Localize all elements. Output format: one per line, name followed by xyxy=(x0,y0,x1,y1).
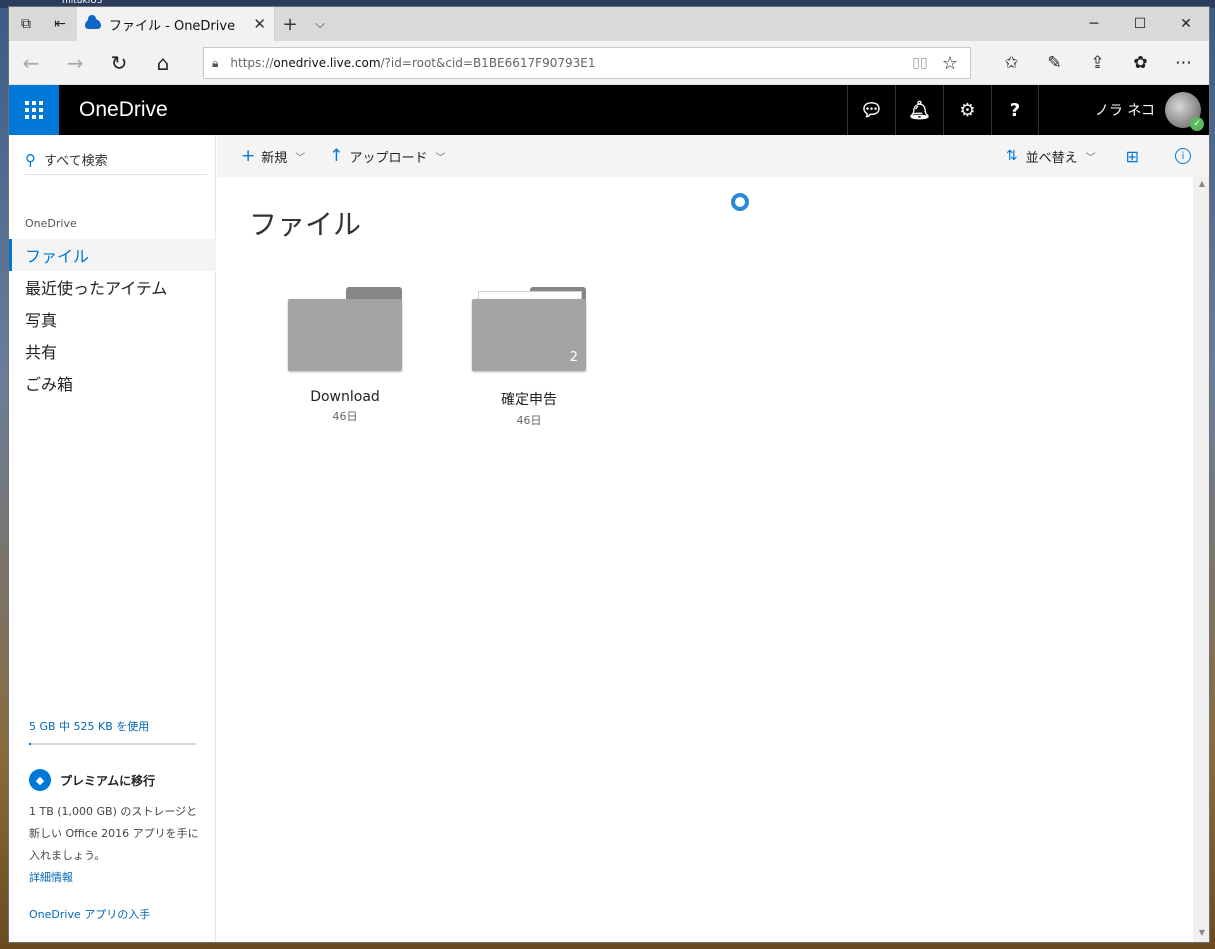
vertical-scrollbar[interactable]: ▲ ▼ xyxy=(1193,177,1209,942)
set-aside-tabs-icon[interactable]: ⇤ xyxy=(43,7,77,41)
sort-icon: ⇅ xyxy=(1005,148,1018,164)
window-controls: ─ ☐ ✕ xyxy=(1071,7,1209,41)
user-account[interactable]: ノラ ネコ xyxy=(1094,85,1204,135)
details-info-icon[interactable]: i xyxy=(1175,148,1191,164)
folder-name: Download xyxy=(310,389,380,405)
chevron-down-icon: ﹀ xyxy=(435,152,446,164)
folder-item-count: 2 xyxy=(569,350,578,365)
onedrive-cloud-icon xyxy=(85,15,101,29)
upload-arrow-icon: ↑ xyxy=(329,146,344,166)
address-bar[interactable]: 🔒︎ https://onedrive.live.com/?id=root&ci… xyxy=(203,47,971,79)
main-content: ファイル Download 46日 2 確定申告 46日 xyxy=(217,177,1193,942)
browser-window: ⧉ ⇤ ファイル - OneDrive ✕ + ⌵ ─ ☐ ✕ ← → ↻ ⌂ … xyxy=(8,6,1210,943)
scroll-up-icon[interactable]: ▲ xyxy=(1193,179,1209,193)
command-bar: + 新規 ﹀ ↑ アップロード ﹀ ⇅ 並べ替え ﹀ ⊞ i xyxy=(217,135,1209,177)
folder-date: 46日 xyxy=(332,410,358,423)
sidebar-item-shared[interactable]: 共有 xyxy=(9,335,216,367)
more-menu-icon[interactable]: ⋯ xyxy=(1162,41,1205,85)
folder-tile-download[interactable]: Download 46日 xyxy=(275,287,415,424)
header-icons: 💬︎ 🔔︎ ⚙ ? xyxy=(847,85,1039,135)
help-question-icon[interactable]: ? xyxy=(991,85,1039,135)
chevron-down-icon: ﹀ xyxy=(1085,152,1096,164)
upload-button[interactable]: ↑ アップロード ﹀ xyxy=(329,146,445,166)
folder-date: 46日 xyxy=(516,414,542,427)
navigation-bar: ← → ↻ ⌂ 🔒︎ https://onedrive.live.com/?id… xyxy=(9,41,1209,85)
upload-label: アップロード xyxy=(349,150,428,166)
sort-button[interactable]: ⇅ 並べ替え ﹀ xyxy=(1006,147,1096,166)
home-icon[interactable]: ⌂ xyxy=(141,41,185,85)
lock-icon: 🔒︎ xyxy=(212,55,219,70)
sidebar-item-recent[interactable]: 最近使ったアイテム xyxy=(9,271,216,303)
tab-close-icon[interactable]: ✕ xyxy=(253,15,266,33)
minimize-button[interactable]: ─ xyxy=(1071,7,1117,41)
search-box[interactable]: ⚲ すべて検索 xyxy=(25,145,207,175)
left-navigation: ⚲ すべて検索 OneDrive ファイル 最近使ったアイテム 写真 共有 ごみ… xyxy=(9,135,216,942)
address-url[interactable]: https://onedrive.live.com/?id=root&cid=B… xyxy=(230,56,908,70)
search-label: すべて検索 xyxy=(44,154,108,169)
command-bar-right: ⇅ 並べ替え ﹀ ⊞ i xyxy=(1006,135,1191,177)
folder-tile-tax-return[interactable]: 2 確定申告 46日 xyxy=(459,287,599,428)
feedback-chat-icon[interactable]: 💬︎ xyxy=(847,85,895,135)
tiles-view-icon[interactable]: ⊞ xyxy=(1126,147,1139,166)
sidebar-nav-list: ファイル 最近使ったアイテム 写真 共有 ごみ箱 xyxy=(9,239,216,399)
browser-tab-onedrive[interactable]: ファイル - OneDrive ✕ xyxy=(77,7,275,41)
premium-upgrade[interactable]: ◆ プレミアムに移行 xyxy=(29,769,155,791)
maximize-button[interactable]: ☐ xyxy=(1117,7,1163,41)
tab-preview-icon[interactable]: ⧉ xyxy=(9,7,43,41)
favorites-hub-icon[interactable]: ✩ xyxy=(990,41,1033,85)
new-button[interactable]: + 新規 ﹀ xyxy=(241,146,305,166)
chevron-down-icon: ﹀ xyxy=(295,152,306,164)
sidebar-heading: OneDrive xyxy=(25,217,77,230)
sidebar-item-photos[interactable]: 写真 xyxy=(9,303,216,335)
tab-title: ファイル - OneDrive xyxy=(109,18,236,34)
tab-bar: ⧉ ⇤ ファイル - OneDrive ✕ + ⌵ ─ ☐ ✕ xyxy=(9,7,1209,41)
sidebar-item-files[interactable]: ファイル xyxy=(9,239,216,271)
forward-arrow-icon[interactable]: → xyxy=(53,41,97,85)
diamond-icon: ◆ xyxy=(29,769,51,791)
tab-list-chevron-icon[interactable]: ⌵ xyxy=(305,7,335,41)
plus-icon: + xyxy=(241,146,256,166)
storage-usage-link[interactable]: 5 GB 中 525 KB を使用 xyxy=(29,718,149,734)
loading-spinner-icon xyxy=(731,193,749,211)
sort-label: 並べ替え xyxy=(1025,150,1078,166)
settings-gear-icon[interactable]: ⚙ xyxy=(943,85,991,135)
folder-icon xyxy=(288,287,402,371)
premium-label: プレミアムに移行 xyxy=(60,773,156,788)
page-body: ⚲ すべて検索 OneDrive ファイル 最近使ったアイテム 写真 共有 ごみ… xyxy=(9,135,1209,942)
more-info-link[interactable]: 詳細情報 xyxy=(29,869,73,885)
onedrive-header: OneDrive 💬︎ 🔔︎ ⚙ ? ノラ ネコ xyxy=(9,85,1209,135)
reading-view-icon[interactable]: ▯▯ xyxy=(908,55,932,71)
web-note-pen-icon[interactable]: ✎ xyxy=(1033,41,1076,85)
onedrive-brand[interactable]: OneDrive xyxy=(59,85,168,135)
browser-toolbar: ✩ ✎ ⇪ ✿ ⋯ xyxy=(990,41,1205,85)
storage-usage-bar xyxy=(29,743,196,745)
get-app-link[interactable]: OneDrive アプリの入手 xyxy=(29,906,150,922)
favorite-star-icon[interactable]: ☆ xyxy=(938,53,962,74)
new-label: 新規 xyxy=(261,150,288,166)
refresh-icon[interactable]: ↻ xyxy=(97,41,141,85)
evernote-extension-icon[interactable]: ✿ xyxy=(1119,41,1162,85)
app-launcher-waffle-icon[interactable] xyxy=(9,85,59,135)
back-arrow-icon[interactable]: ← xyxy=(9,41,53,85)
search-icon: ⚲ xyxy=(25,150,36,169)
scroll-down-icon[interactable]: ▼ xyxy=(1193,928,1209,942)
user-name: ノラ ネコ xyxy=(1094,103,1155,119)
window-close-button[interactable]: ✕ xyxy=(1163,7,1209,41)
avatar xyxy=(1165,92,1204,131)
folder-name: 確定申告 xyxy=(501,392,557,408)
share-icon[interactable]: ⇪ xyxy=(1076,41,1119,85)
premium-promo-text: 1 TB (1,000 GB) のストレージと新しい Office 2016 ア… xyxy=(29,805,199,862)
folder-icon: 2 xyxy=(472,287,586,371)
sidebar-item-recycle-bin[interactable]: ごみ箱 xyxy=(9,367,216,399)
notifications-bell-icon[interactable]: 🔔︎ xyxy=(895,85,943,135)
page-title: ファイル xyxy=(249,208,362,241)
new-tab-button[interactable]: + xyxy=(275,7,305,41)
